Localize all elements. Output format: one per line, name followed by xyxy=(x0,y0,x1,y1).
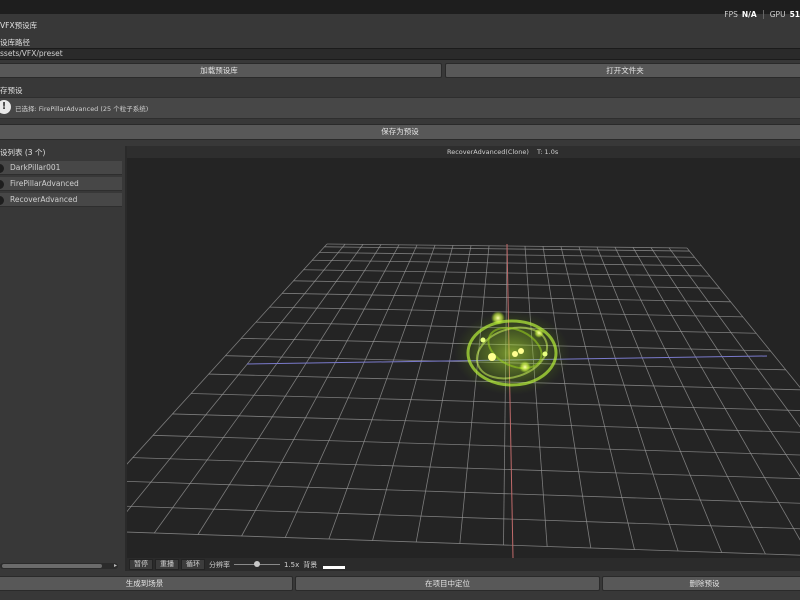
list-item-recoveradvanced[interactable]: RecoverAdvanced xyxy=(0,193,122,207)
slider-handle[interactable] xyxy=(254,561,260,567)
load-library-button[interactable]: 加载预设库 xyxy=(0,63,442,78)
list-item-darkpillar001[interactable]: DarkPillar001 xyxy=(0,161,122,175)
save-preset-label: 存预设 xyxy=(0,86,23,95)
preset-list-label: 设列表 (3 个) xyxy=(0,148,46,157)
scrollbar-thumb[interactable] xyxy=(2,564,102,568)
viewport-controls: 暂停 重播 循环 分辨率 1.5x 背景 xyxy=(127,558,800,571)
fps-label: FPS xyxy=(724,9,738,19)
viewport-scene xyxy=(127,158,800,558)
resolution-slider[interactable] xyxy=(234,559,280,570)
preview-viewport[interactable] xyxy=(127,158,800,558)
library-path-field[interactable]: ssets/VFX/preset xyxy=(0,48,800,60)
performance-stats: FPS N/A GPU 51 xyxy=(724,8,800,20)
loop-toggle[interactable]: 循环 xyxy=(181,559,205,570)
fps-value: N/A xyxy=(741,9,757,19)
replay-button[interactable]: 重播 xyxy=(155,559,179,570)
background-label: 背景 xyxy=(303,560,318,569)
list-item-label: RecoverAdvanced xyxy=(10,195,78,204)
preset-bullet-icon xyxy=(0,180,4,189)
delete-preset-button[interactable]: 删除预设 xyxy=(602,576,800,591)
open-folder-button[interactable]: 打开文件夹 xyxy=(445,63,800,78)
list-item-firepillaradvanced[interactable]: FirePillarAdvanced xyxy=(0,177,122,191)
scroll-right-arrow-icon[interactable]: ▸ xyxy=(114,562,117,569)
vfx-particle-effect xyxy=(454,311,570,395)
stats-divider xyxy=(762,9,764,19)
pause-button[interactable]: 暂停 xyxy=(129,559,153,570)
gpu-value: 51 xyxy=(789,9,800,19)
list-item-label: DarkPillar001 xyxy=(10,163,61,172)
preset-bullet-icon xyxy=(0,164,4,173)
viewport-header: RecoverAdvanced(Clone) T: 1.0s xyxy=(127,146,800,158)
background-color-swatch[interactable] xyxy=(323,566,346,569)
info-icon: ! xyxy=(0,100,11,114)
preview-time: T: 1.0s xyxy=(537,148,559,156)
window-title: VFX预设库 xyxy=(0,21,38,30)
resolution-label: 分辨率 xyxy=(209,560,230,569)
locate-in-project-button[interactable]: 在项目中定位 xyxy=(295,576,600,591)
list-item-label: FirePillarAdvanced xyxy=(10,179,79,188)
save-as-preset-button[interactable]: 保存为预设 xyxy=(0,124,800,140)
resolution-value: 1.5x xyxy=(284,560,300,569)
preset-bullet-icon xyxy=(0,196,4,205)
selection-info-box: ! 已选择: FirePillarAdvanced (25 个粒子系统) xyxy=(0,97,800,119)
selection-info-text: 已选择: FirePillarAdvanced (25 个粒子系统) xyxy=(15,105,149,113)
gpu-label: GPU xyxy=(769,9,786,19)
preset-list: DarkPillar001 FirePillarAdvanced Recover… xyxy=(0,159,125,559)
preview-object-name: RecoverAdvanced(Clone) xyxy=(447,148,529,156)
list-horizontal-scrollbar[interactable] xyxy=(0,563,118,569)
generate-to-scene-button[interactable]: 生成到场景 xyxy=(0,576,293,591)
top-bar xyxy=(0,0,800,14)
